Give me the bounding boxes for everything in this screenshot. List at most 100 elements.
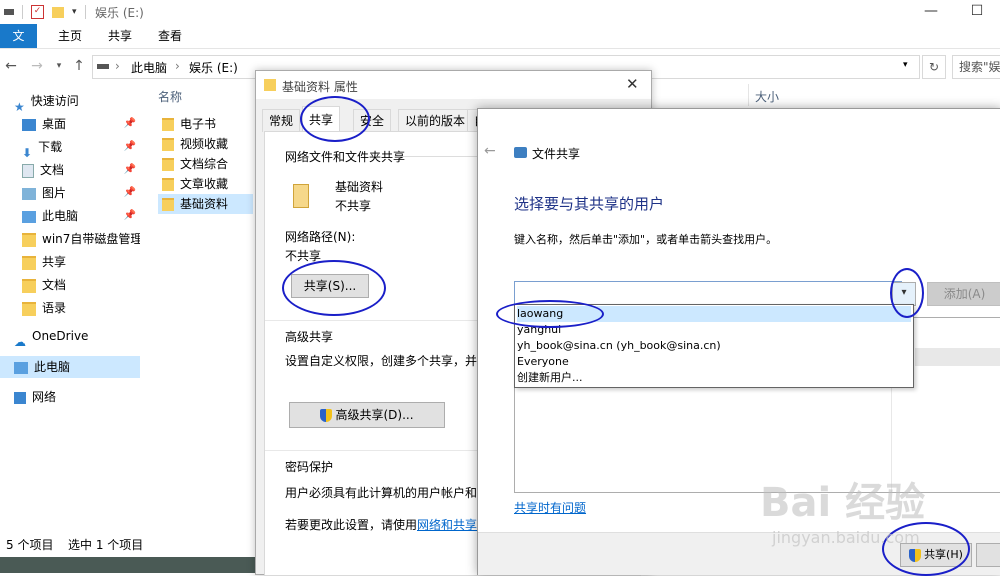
download-icon: ⬇ [22, 145, 33, 159]
folder-icon [162, 198, 174, 211]
add-button[interactable]: 添加(A) [927, 282, 1000, 306]
tab-view[interactable]: 查看 [146, 24, 194, 48]
network-path-label: 网络路径(N): [285, 230, 356, 244]
cancel-button[interactable] [976, 543, 1000, 567]
column-divider [748, 84, 749, 106]
maximize-icon[interactable]: ☐ [954, 0, 1000, 24]
status-bar: 5 个项目 选中 1 个项目 [0, 533, 255, 557]
properties-title: 基础资料 属性 [282, 80, 358, 94]
window-title: 娱乐 (E:) [95, 6, 144, 20]
advanced-sharing-description: 设置自定义权限，创建多个共享，并设 [285, 354, 490, 368]
toolbar-separator [84, 5, 86, 19]
tab-general[interactable]: 常规 [262, 109, 301, 132]
pin-icon[interactable]: 📌 [124, 113, 136, 135]
recent-chevron-icon[interactable]: ▾ [50, 57, 68, 75]
annotation-circle [496, 300, 604, 328]
breadcrumb-chevron-icon[interactable]: › [115, 59, 120, 73]
nav-quick-access[interactable]: ★ 快速访问 [14, 90, 154, 112]
file-item[interactable]: 文档综合 [158, 154, 253, 174]
nav-network[interactable]: 网络 [14, 386, 154, 408]
file-item-selected[interactable]: 基础资料 [158, 194, 253, 214]
new-folder-icon[interactable] [52, 6, 64, 18]
back-arrow-icon[interactable]: ← [2, 57, 20, 75]
file-item[interactable]: 文章收藏 [158, 174, 253, 194]
column-header-size[interactable]: 大小 [755, 88, 779, 105]
nav-downloads[interactable]: ⬇ 下载 📌 [22, 136, 162, 158]
forward-arrow-icon[interactable]: → [28, 57, 46, 75]
address-dropdown-chevron-icon[interactable]: ▾ [903, 60, 908, 70]
pin-icon[interactable]: 📌 [124, 205, 136, 227]
minimize-icon[interactable]: — [908, 0, 954, 24]
password-change-hint: 若要更改此设置，请使用网络和共享中 [285, 518, 490, 532]
users-icon [514, 147, 527, 158]
navigation-pane: ★快速访问 桌面📌 ⬇下载📌 文档📌 图片📌 此电脑📌 win7自带磁盘管理工 … [0, 84, 150, 534]
pin-icon[interactable]: 📌 [124, 159, 136, 181]
tab-file[interactable]: 文件 [0, 24, 37, 67]
nav-onedrive[interactable]: ☁ OneDrive [14, 325, 154, 347]
breadcrumb-drive[interactable]: 娱乐 (E:) [189, 59, 238, 76]
tab-share[interactable]: 共享 [96, 24, 144, 48]
computer-icon [14, 361, 28, 374]
up-arrow-icon[interactable]: ↑ [70, 57, 88, 75]
sharing-help-link[interactable]: 共享时有问题 [514, 499, 586, 516]
nav-docs-folder[interactable]: 文档 [22, 274, 162, 296]
folder-icon [22, 278, 36, 293]
pin-icon[interactable]: 📌 [124, 136, 136, 158]
folder-name: 基础资料 [335, 180, 384, 194]
file-item[interactable]: 电子书 [158, 114, 253, 134]
nav-this-pc[interactable]: 此电脑 [0, 356, 140, 378]
nav-documents[interactable]: 文档 📌 [22, 159, 162, 181]
advanced-sharing-button[interactable]: 高级共享(D)... [289, 402, 445, 428]
pin-icon[interactable]: 📌 [124, 182, 136, 204]
baidu-watermark: Bai 经验 [760, 480, 926, 526]
tab-previous-versions[interactable]: 以前的版本 [398, 109, 473, 132]
dropdown-option[interactable]: Everyone [517, 354, 911, 370]
star-icon: ★ [14, 99, 25, 113]
password-protection-description: 用户必须具有此计算机的用户帐户和密 [285, 486, 490, 500]
toolbar-separator [22, 5, 23, 19]
folder-icon [162, 178, 174, 191]
pictures-icon [22, 187, 36, 200]
nav-pictures[interactable]: 图片 📌 [22, 182, 162, 204]
column-header-name[interactable]: 名称 [158, 88, 182, 105]
back-arrow-icon[interactable]: ← [484, 143, 496, 159]
close-icon[interactable]: ✕ [626, 75, 639, 93]
group-title-network-sharing: 网络文件和文件夹共享 [285, 150, 406, 164]
nav-quotes-folder[interactable]: 语录 [22, 297, 162, 319]
customize-toolbar-chevron-icon[interactable]: ▾ [72, 7, 77, 17]
dropdown-option[interactable]: 创建新用户... [517, 370, 911, 386]
drive-icon[interactable] [4, 9, 14, 15]
status-item-count: 5 个项目 [6, 538, 54, 552]
file-item[interactable]: 视频收藏 [158, 134, 253, 154]
baidu-watermark-url: jingyan.baidu.com [772, 528, 920, 547]
breadcrumb-this-pc[interactable]: 此电脑 [131, 59, 167, 76]
nav-win7-folder[interactable]: win7自带磁盘管理工 [22, 228, 140, 250]
folder-share-state: 不共享 [335, 199, 372, 213]
window-controls: — ☐ [908, 0, 1000, 24]
shared-folder-icon [293, 184, 309, 208]
nav-share-folder[interactable]: 共享 [22, 251, 162, 273]
folder-icon [162, 138, 174, 151]
nav-this-pc-quick[interactable]: 此电脑 📌 [22, 205, 162, 227]
computer-icon [22, 210, 36, 223]
list-row-highlight [915, 348, 1000, 366]
uac-shield-icon [320, 409, 333, 422]
cloud-icon: ☁ [14, 334, 26, 348]
refresh-icon[interactable]: ↻ [922, 55, 946, 79]
folder-icon [22, 301, 36, 316]
network-icon [14, 391, 26, 404]
wizard-title: 文件共享 [532, 147, 581, 161]
status-selected-count: 选中 1 个项目 [68, 538, 144, 552]
properties-check-icon[interactable]: ✓ [31, 5, 44, 19]
quick-access-toolbar: ✓ ▾ [4, 4, 86, 20]
folder-icon [22, 255, 36, 270]
dropdown-option[interactable]: yh_book@sina.cn (yh_book@sina.cn) [517, 338, 911, 354]
breadcrumb-chevron-icon[interactable]: › [175, 59, 180, 73]
properties-title-bar: 基础资料 属性 ✕ [256, 71, 651, 99]
nav-desktop[interactable]: 桌面 📌 [22, 113, 162, 135]
tab-home[interactable]: 主页 [46, 24, 94, 48]
folder-icon [22, 232, 36, 247]
document-icon [22, 163, 34, 178]
search-input[interactable]: 搜索"娱 [952, 55, 1000, 79]
drive-icon [97, 64, 109, 69]
